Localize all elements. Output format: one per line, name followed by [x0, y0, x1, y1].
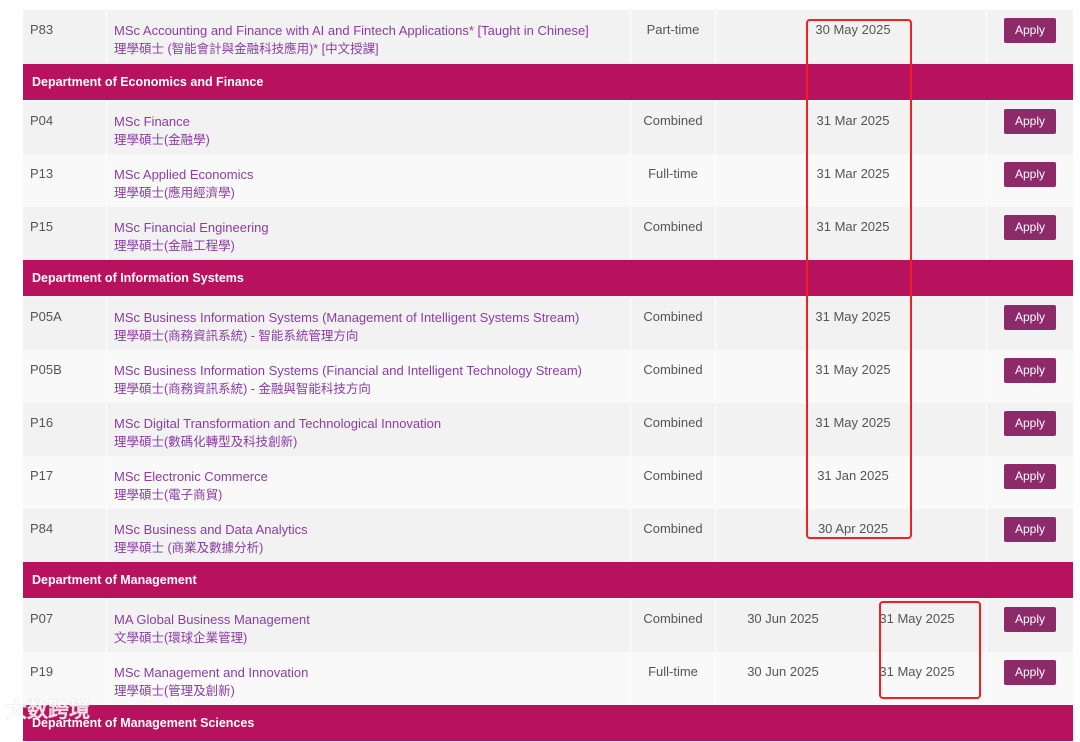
programme-row: P05B MSc Business Information Systems (Fi… — [23, 350, 1073, 404]
programme-code: P13 — [30, 166, 54, 181]
programme-row: P16 MSc Digital Transformation and Techno… — [23, 403, 1073, 457]
programme-code: P83 — [30, 22, 54, 37]
application-deadline: 31 Jan 2025 — [817, 468, 889, 483]
programme-name: MSc Applied Economics 理學碩士(應用經濟學) — [114, 166, 253, 202]
application-deadline: 31 May 2025 — [815, 415, 891, 430]
programme-name-zh[interactable]: 理學碩士(管理及創新) — [114, 682, 308, 700]
apply-button[interactable]: Apply — [1004, 660, 1056, 685]
programme-code: P04 — [30, 113, 54, 128]
programme-name: MSc Financial Engineering 理學碩士(金融工程學) — [114, 219, 269, 255]
application-deadline: 31 Mar 2025 — [816, 113, 890, 128]
programme-link-en[interactable]: MSc Accounting and Finance with AI and F… — [114, 22, 589, 40]
apply-button[interactable]: Apply — [1004, 215, 1056, 240]
programme-row: P83 MSc Accounting and Finance with AI an… — [23, 10, 1073, 65]
department-title: Department of Economics and Finance — [32, 75, 264, 89]
programme-name-zh[interactable]: 理學碩士(數碼化轉型及科技創新) — [114, 433, 441, 451]
programme-code: P16 — [30, 415, 54, 430]
application-deadline: 31 May 2025 — [879, 611, 955, 626]
programme-row: P17 MSc Electronic Commerce 理學碩士(電子商貿) Comb… — [23, 456, 1073, 510]
programme-name-zh[interactable]: 文學碩士(環球企業管理) — [114, 629, 310, 647]
apply-button[interactable]: Apply — [1004, 464, 1056, 489]
programme-name-zh[interactable]: 理學碩士(商務資訊系統) - 智能系統管理方向 — [114, 327, 579, 345]
application-deadline: 31 May 2025 — [815, 362, 891, 377]
programme-name: MSc Business Information Systems (Financ… — [114, 362, 582, 398]
study-mode: Full-time — [648, 166, 698, 181]
study-mode: Combined — [643, 415, 703, 430]
programme-link-en[interactable]: MSc Applied Economics — [114, 166, 253, 184]
application-deadline: 31 Mar 2025 — [816, 166, 890, 181]
programme-name: MSc Digital Transformation and Technolog… — [114, 415, 441, 451]
apply-button[interactable]: Apply — [1004, 109, 1056, 134]
department-header: Department of Information Systems — [23, 260, 1073, 297]
programme-link-en[interactable]: MSc Electronic Commerce — [114, 468, 268, 486]
programme-name-zh[interactable]: 理學碩士(金融學) — [114, 131, 210, 149]
department-header: Department of Management Sciences — [23, 705, 1073, 742]
application-deadline: 31 May 2025 — [879, 664, 955, 679]
programme-name: MSc Accounting and Finance with AI and F… — [114, 22, 589, 58]
apply-button[interactable]: Apply — [1004, 411, 1056, 436]
study-mode: Combined — [643, 219, 703, 234]
programme-name: MSc Electronic Commerce 理學碩士(電子商貿) — [114, 468, 268, 504]
application-deadline: 31 Mar 2025 — [816, 219, 890, 234]
study-mode: Full-time — [648, 664, 698, 679]
programme-row: P19 MSc Management and Innovation 理學碩士(管理及… — [23, 652, 1073, 706]
programme-name: MSc Finance 理學碩士(金融學) — [114, 113, 210, 149]
study-mode: Combined — [643, 113, 703, 128]
programme-name-zh[interactable]: 理學碩士(商務資訊系統) - 金融與智能科技方向 — [114, 380, 582, 398]
programme-name: MSc Management and Innovation 理學碩士(管理及創新) — [114, 664, 308, 700]
programme-row: P13 MSc Applied Economics 理學碩士(應用經濟學) Full-… — [23, 154, 1073, 208]
apply-button[interactable]: Apply — [1004, 305, 1056, 330]
application-deadline: 31 May 2025 — [815, 309, 891, 324]
department-title: Department of Management — [32, 573, 197, 587]
department-title: Department of Information Systems — [32, 271, 244, 285]
department-header: Department of Economics and Finance — [23, 64, 1073, 101]
study-mode: Combined — [643, 468, 703, 483]
programme-link-en[interactable]: MSc Finance — [114, 113, 210, 131]
programme-link-en[interactable]: MSc Financial Engineering — [114, 219, 269, 237]
programme-code: P17 — [30, 468, 54, 483]
department-header: Department of Management — [23, 562, 1073, 599]
programme-code: P05B — [30, 362, 62, 377]
programme-link-en[interactable]: MA Global Business Management — [114, 611, 310, 629]
programme-name: MSc Business and Data Analytics 理學碩士 (商業及… — [114, 521, 308, 557]
programme-code: P84 — [30, 521, 54, 536]
apply-button[interactable]: Apply — [1004, 517, 1056, 542]
application-deadline: 30 May 2025 — [815, 22, 891, 37]
programme-name-zh[interactable]: 理學碩士(金融工程學) — [114, 237, 269, 255]
programme-row: P04 MSc Finance 理學碩士(金融學) Combined 31 Mar 20… — [23, 101, 1073, 155]
programme-name: MA Global Business Management 文學碩士(環球企業管理… — [114, 611, 310, 647]
programme-row: P84 MSc Business and Data Analytics 理學碩士 (… — [23, 509, 1073, 563]
programme-link-en[interactable]: MSc Management and Innovation — [114, 664, 308, 682]
apply-button[interactable]: Apply — [1004, 162, 1056, 187]
programme-row: P15 MSc Financial Engineering 理學碩士(金融工程學) C… — [23, 207, 1073, 261]
programme-link-en[interactable]: MSc Business Information Systems (Financ… — [114, 362, 582, 380]
programme-name-zh[interactable]: 理學碩士 (智能會計與金融科技應用)* [中文授課] — [114, 40, 589, 58]
programme-link-en[interactable]: MSc Business Information Systems (Manage… — [114, 309, 579, 327]
apply-button[interactable]: Apply — [1004, 18, 1056, 43]
programme-name: MSc Business Information Systems (Manage… — [114, 309, 579, 345]
apply-button[interactable]: Apply — [1004, 358, 1056, 383]
programme-code: P05A — [30, 309, 62, 324]
programme-name-zh[interactable]: 理學碩士(電子商貿) — [114, 486, 268, 504]
study-mode: Combined — [643, 362, 703, 377]
programme-row: P05A MSc Business Information Systems (Ma… — [23, 297, 1073, 351]
study-mode: Combined — [643, 521, 703, 536]
apply-button[interactable]: Apply — [1004, 607, 1056, 632]
programme-link-en[interactable]: MSc Digital Transformation and Technolog… — [114, 415, 441, 433]
application-deadline: 30 Apr 2025 — [817, 521, 889, 536]
watermark: 大数跨境 — [6, 699, 90, 722]
study-mode: Combined — [643, 309, 703, 324]
study-mode: Part-time — [646, 22, 700, 37]
deadline-1: 30 Jun 2025 — [747, 664, 819, 679]
deadline-1: 30 Jun 2025 — [747, 611, 819, 626]
programme-name-zh[interactable]: 理學碩士(應用經濟學) — [114, 184, 253, 202]
programme-name-zh[interactable]: 理學碩士 (商業及數據分析) — [114, 539, 308, 557]
study-mode: Combined — [643, 611, 703, 626]
programme-code: P07 — [30, 611, 54, 626]
programme-row: P07 MA Global Business Management 文學碩士(環球企… — [23, 599, 1073, 653]
programme-code: P15 — [30, 219, 54, 234]
programme-link-en[interactable]: MSc Business and Data Analytics — [114, 521, 308, 539]
programme-code: P19 — [30, 664, 54, 679]
